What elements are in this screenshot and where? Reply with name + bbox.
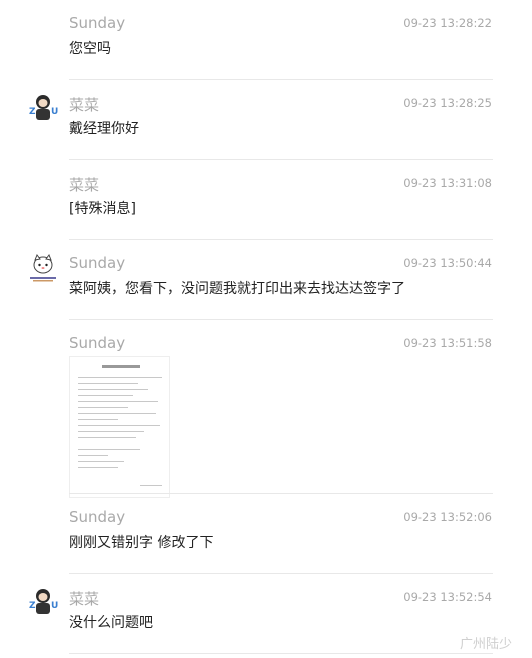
svg-text:Z: Z <box>29 601 36 611</box>
message-sender: Sunday <box>69 14 126 32</box>
avatar[interactable]: Z U <box>27 92 59 124</box>
avatar[interactable] <box>27 252 59 284</box>
svg-text:U: U <box>51 601 58 611</box>
message-sender: Sunday <box>69 508 126 526</box>
message-sender: Sunday <box>69 334 126 352</box>
chat-history: Sunday 09-23 13:28:22 您空吗 Z U 菜菜 09-23 1… <box>0 0 532 658</box>
message-item: Sunday 09-23 13:50:44 菜阿姨，您看下，没问题我就打印出来去… <box>0 240 532 320</box>
message-sender: Sunday <box>69 254 126 272</box>
message-timestamp: 09-23 13:50:44 <box>403 256 492 270</box>
message-item: Sunday 09-23 13:52:06 刚刚又错别字 修改了下 <box>0 494 532 574</box>
message-text: 没什么问题吧 <box>69 615 153 631</box>
message-text: 您空吗 <box>69 41 111 57</box>
message-sender: 菜菜 <box>69 96 100 114</box>
cartoon-avatar-icon: Z U <box>29 95 58 120</box>
message-item: 菜菜 09-23 13:31:08 [特殊消息] <box>0 160 532 240</box>
message-timestamp: 09-23 13:28:25 <box>403 96 492 110</box>
message-timestamp: 09-23 13:52:06 <box>403 510 492 524</box>
message-timestamp: 09-23 13:52:54 <box>403 590 492 604</box>
message-sender: 菜菜 <box>69 176 100 194</box>
message-divider <box>69 653 493 654</box>
message-timestamp: 09-23 13:31:08 <box>403 176 492 190</box>
watermark: 广州陆少 <box>459 637 512 652</box>
svg-text:Z: Z <box>29 107 36 117</box>
message-timestamp: 09-23 13:28:22 <box>403 16 492 30</box>
message-sender: 菜菜 <box>69 590 100 608</box>
avatar[interactable]: Z U <box>27 586 59 618</box>
cartoon-avatar-icon: Z U <box>29 589 58 614</box>
message-text: 菜阿姨，您看下，没问题我就打印出来去找达达签字了 <box>69 281 405 297</box>
svg-text:U: U <box>51 107 58 117</box>
cat-avatar-icon <box>30 253 56 282</box>
message-item: Sunday 09-23 13:28:22 您空吗 <box>0 0 532 80</box>
message-text: [特殊消息] <box>69 201 136 217</box>
document-image-thumbnail[interactable] <box>69 356 170 498</box>
message-text: 戴经理你好 <box>69 121 139 137</box>
message-item: Sunday 09-23 13:51:58 <box>0 320 532 498</box>
message-item: Z U 菜菜 09-23 13:28:25 戴经理你好 <box>0 80 532 160</box>
message-text: 刚刚又错别字 修改了下 <box>69 535 214 551</box>
message-item: Z U 菜菜 09-23 13:52:54 没什么问题吧 <box>0 574 532 654</box>
message-timestamp: 09-23 13:51:58 <box>403 336 492 350</box>
